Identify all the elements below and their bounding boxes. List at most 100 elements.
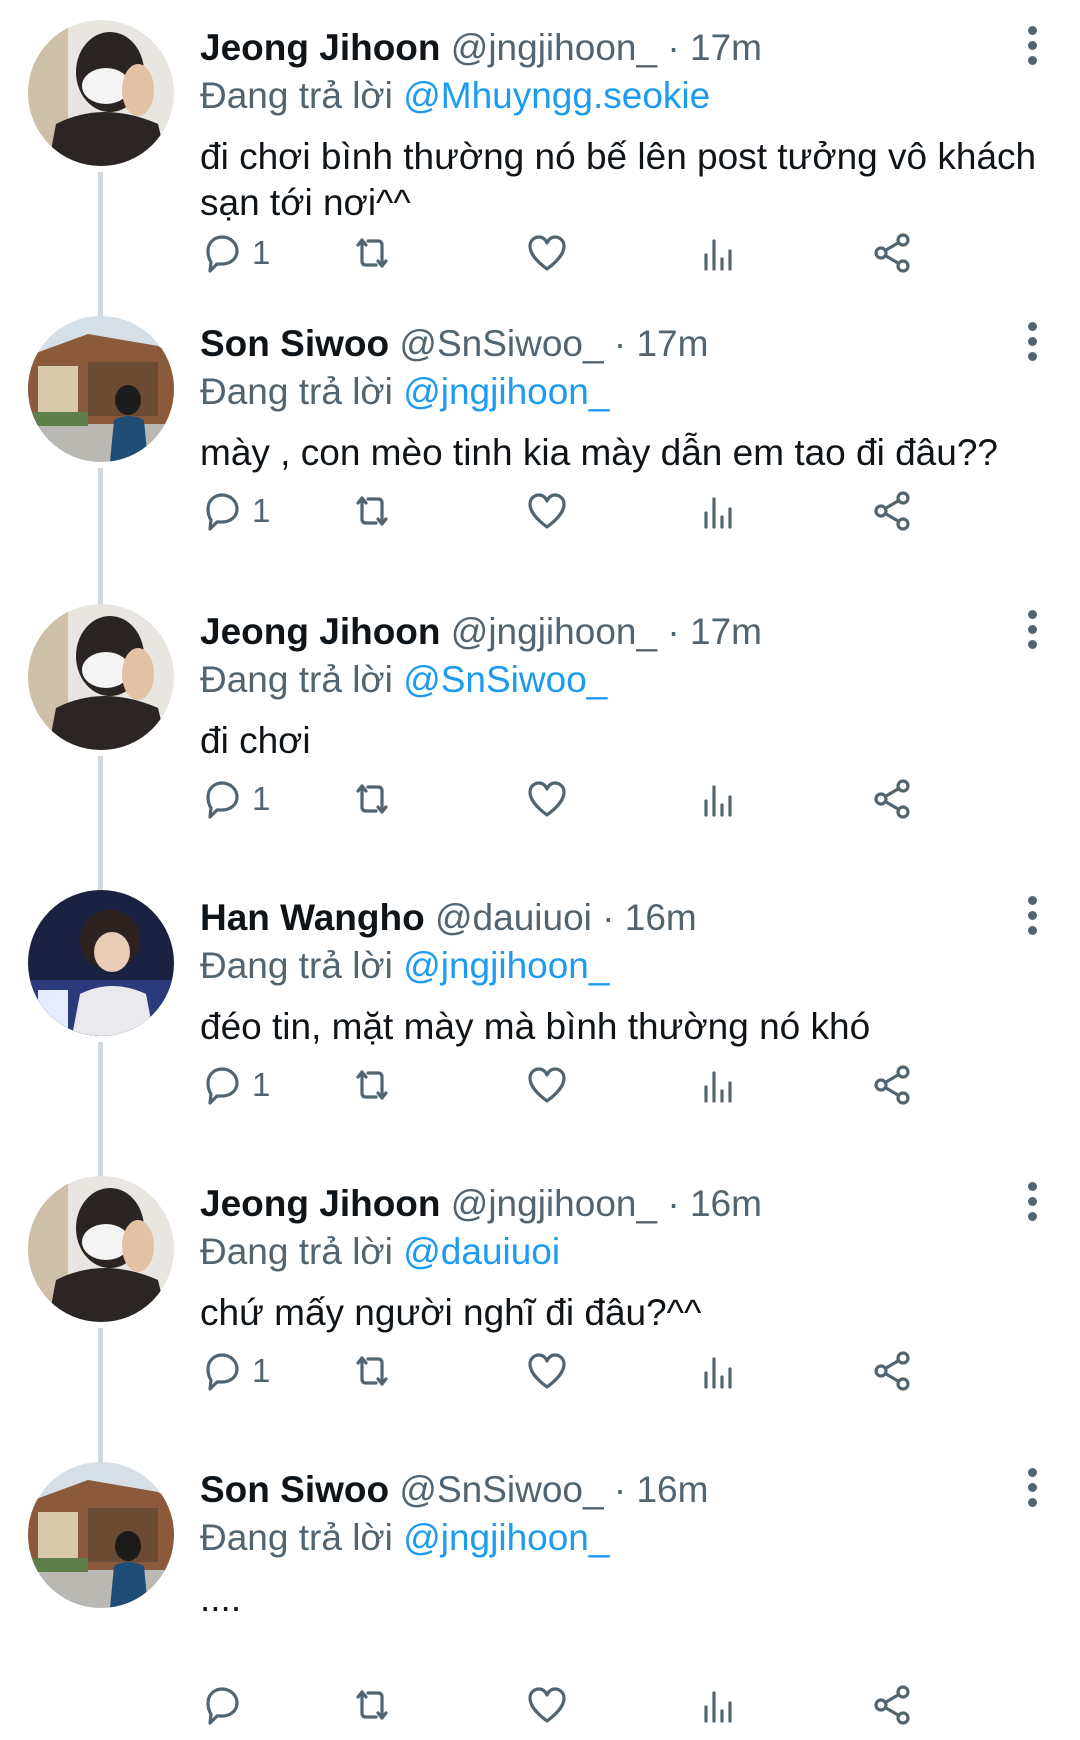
retweet-button[interactable]	[350, 1680, 394, 1730]
reply-count: 1	[252, 780, 271, 817]
avatar-jihoon	[28, 604, 174, 750]
tweet-header: Jeong Jihoon @jngjihoon_ · 17m	[200, 610, 762, 654]
share-button[interactable]	[870, 774, 914, 824]
mention-link[interactable]: @dauiuoi	[403, 1231, 560, 1272]
like-button[interactable]	[525, 1346, 569, 1396]
like-button[interactable]	[525, 1060, 569, 1110]
user-handle[interactable]: @jngjihoon_	[451, 1183, 657, 1224]
like-button[interactable]	[525, 1680, 569, 1730]
user-handle[interactable]: @SnSiwoo_	[399, 1469, 603, 1510]
thread-line	[98, 172, 103, 316]
retweet-icon	[356, 1070, 388, 1100]
more-vertical-icon[interactable]	[1020, 896, 1044, 944]
retweet-button[interactable]	[350, 228, 394, 278]
views-button[interactable]	[698, 228, 742, 278]
share-button[interactable]	[870, 228, 914, 278]
replying-to: Đang trả lời @jngjihoon_	[200, 1516, 609, 1560]
mention-link[interactable]: @jngjihoon_	[403, 945, 609, 986]
reply-button[interactable]: 1	[200, 486, 270, 536]
separator-dot: ·	[613, 323, 627, 364]
tweet-header: Son Siwoo @SnSiwoo_ · 16m	[200, 1468, 708, 1512]
user-handle[interactable]: @jngjihoon_	[451, 27, 657, 68]
avatar[interactable]	[28, 20, 174, 166]
like-button[interactable]	[525, 228, 569, 278]
share-button[interactable]	[870, 1680, 914, 1730]
display-name[interactable]: Han Wangho	[200, 897, 425, 938]
views-button[interactable]	[698, 1346, 742, 1396]
avatar[interactable]	[28, 1176, 174, 1322]
timestamp[interactable]: 16m	[625, 897, 697, 938]
reply-icon	[206, 235, 239, 273]
views-button[interactable]	[698, 1680, 742, 1730]
retweet-button[interactable]	[350, 1346, 394, 1396]
more-vertical-icon[interactable]	[1020, 1182, 1044, 1230]
display-name[interactable]: Jeong Jihoon	[200, 611, 441, 652]
user-handle[interactable]: @dauiuoi	[435, 897, 592, 938]
action-bar	[200, 1680, 1040, 1736]
timestamp[interactable]: 17m	[690, 611, 762, 652]
avatar[interactable]	[28, 890, 174, 1036]
mention-link[interactable]: @SnSiwoo_	[403, 659, 607, 700]
timestamp[interactable]: 16m	[690, 1183, 762, 1224]
retweet-icon	[356, 496, 388, 526]
views-button[interactable]	[698, 774, 742, 824]
views-button[interactable]	[698, 486, 742, 536]
avatar-siwoo	[28, 1462, 174, 1608]
like-button[interactable]	[525, 486, 569, 536]
reply-icon	[206, 493, 239, 531]
user-handle[interactable]: @SnSiwoo_	[399, 323, 603, 364]
reply-button[interactable]: 1	[200, 1060, 270, 1110]
mention-link[interactable]: @Mhuyngg.seokie	[403, 75, 710, 116]
tweet[interactable]: Jeong Jihoon @jngjihoon_ · 16m Đang trả …	[0, 1156, 1080, 1472]
share-icon	[874, 233, 910, 273]
reply-button[interactable]: 1	[200, 1346, 270, 1396]
retweet-button[interactable]	[350, 486, 394, 536]
replying-to-label: Đang trả lời	[200, 659, 393, 700]
more-vertical-icon[interactable]	[1020, 610, 1044, 658]
retweet-button[interactable]	[350, 774, 394, 824]
tweet-header: Han Wangho @dauiuoi · 16m	[200, 896, 697, 940]
replying-to: Đang trả lời @dauiuoi	[200, 1230, 560, 1274]
bar-chart-icon	[704, 1071, 732, 1103]
like-button[interactable]	[525, 774, 569, 824]
more-vertical-icon[interactable]	[1020, 322, 1044, 370]
tweet[interactable]: Jeong Jihoon @jngjihoon_ · 17m Đang trả …	[0, 584, 1080, 900]
action-bar: 1	[200, 228, 1040, 284]
reply-button[interactable]: 1	[200, 228, 270, 278]
tweet-text: chứ mấy người nghĩ đi đâu?^^	[200, 1292, 702, 1333]
share-button[interactable]	[870, 1060, 914, 1110]
more-vertical-icon[interactable]	[1020, 26, 1044, 74]
separator-dot: ·	[667, 27, 680, 68]
user-handle[interactable]: @jngjihoon_	[451, 611, 657, 652]
display-name[interactable]: Son Siwoo	[200, 323, 389, 364]
reply-button[interactable]	[200, 1680, 252, 1730]
mention-link[interactable]: @jngjihoon_	[403, 371, 609, 412]
tweet-text: đi chơi	[200, 720, 311, 761]
reply-icon	[206, 781, 239, 819]
share-button[interactable]	[870, 486, 914, 536]
tweet[interactable]: Han Wangho @dauiuoi · 16m Đang trả lời @…	[0, 870, 1080, 1186]
views-button[interactable]	[698, 1060, 742, 1110]
display-name[interactable]: Son Siwoo	[200, 1469, 389, 1510]
display-name[interactable]: Jeong Jihoon	[200, 1183, 441, 1224]
tweet[interactable]: Son Siwoo @SnSiwoo_ · 17m Đang trả lời @…	[0, 296, 1080, 612]
reply-button[interactable]: 1	[200, 774, 270, 824]
timestamp[interactable]: 16m	[636, 1469, 708, 1510]
avatar-wangho	[28, 890, 174, 1036]
retweet-button[interactable]	[350, 1060, 394, 1110]
timestamp[interactable]: 17m	[690, 27, 762, 68]
share-button[interactable]	[870, 1346, 914, 1396]
avatar[interactable]	[28, 1462, 174, 1608]
avatar[interactable]	[28, 316, 174, 462]
avatar-jihoon	[28, 1176, 174, 1322]
tweet[interactable]: Jeong Jihoon @jngjihoon_ · 17m Đang trả …	[0, 0, 1080, 316]
display-name[interactable]: Jeong Jihoon	[200, 27, 441, 68]
tweet[interactable]: Son Siwoo @SnSiwoo_ · 16m Đang trả lời @…	[0, 1442, 1080, 1730]
timestamp[interactable]: 17m	[636, 323, 708, 364]
bar-chart-icon	[704, 1691, 732, 1723]
separator-dot: ·	[613, 1469, 627, 1510]
retweet-icon	[356, 238, 388, 268]
mention-link[interactable]: @jngjihoon_	[403, 1517, 609, 1558]
more-vertical-icon[interactable]	[1020, 1468, 1044, 1516]
avatar[interactable]	[28, 604, 174, 750]
